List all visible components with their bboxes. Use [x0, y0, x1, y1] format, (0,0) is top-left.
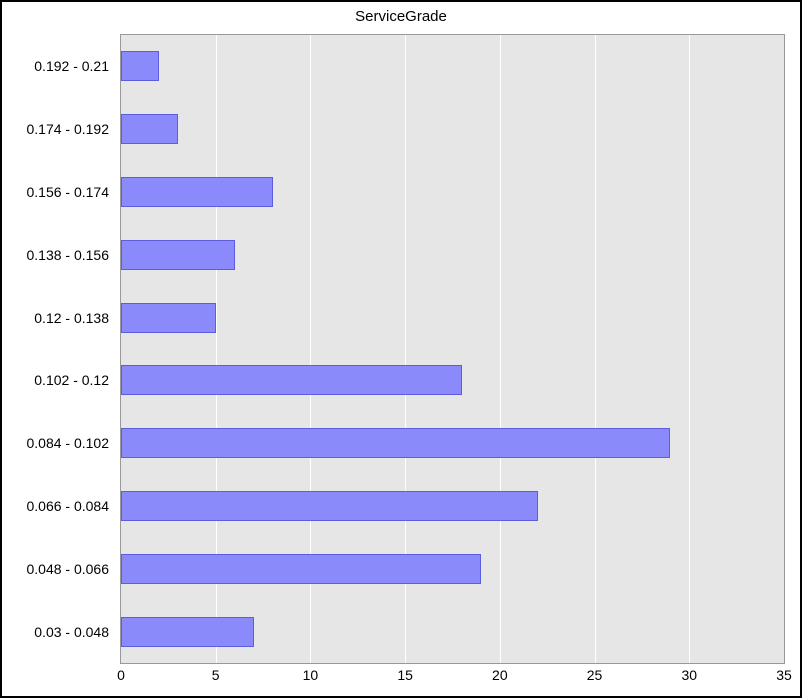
y-tick-label: 0.156 - 0.174 [26, 184, 109, 200]
gridline [500, 35, 501, 663]
bar [121, 114, 178, 144]
bar [121, 51, 159, 81]
x-tick-label: 5 [212, 667, 220, 683]
y-tick-label: 0.12 - 0.138 [34, 310, 109, 326]
bar [121, 240, 235, 270]
bar [121, 554, 481, 584]
plot-area: 051015202530350.192 - 0.210.174 - 0.1920… [120, 34, 785, 664]
x-tick-label: 15 [397, 667, 413, 683]
y-tick-label: 0.03 - 0.048 [34, 624, 109, 640]
y-tick-label: 0.174 - 0.192 [26, 121, 109, 137]
bar [121, 617, 254, 647]
y-tick-label: 0.048 - 0.066 [26, 561, 109, 577]
chart-container: ServiceGrade 051015202530350.192 - 0.210… [0, 0, 802, 698]
y-tick-label: 0.102 - 0.12 [34, 372, 109, 388]
y-tick-label: 0.192 - 0.21 [34, 58, 109, 74]
x-tick-label: 35 [776, 667, 792, 683]
bar [121, 177, 273, 207]
bar [121, 428, 670, 458]
bar [121, 303, 216, 333]
gridline [689, 35, 690, 663]
chart-title: ServiceGrade [2, 8, 800, 25]
gridline [595, 35, 596, 663]
x-tick-label: 10 [303, 667, 319, 683]
x-tick-label: 0 [117, 667, 125, 683]
x-tick-label: 30 [681, 667, 697, 683]
x-tick-label: 25 [587, 667, 603, 683]
y-tick-label: 0.066 - 0.084 [26, 498, 109, 514]
y-tick-label: 0.084 - 0.102 [26, 435, 109, 451]
y-tick-label: 0.138 - 0.156 [26, 247, 109, 263]
x-tick-label: 20 [492, 667, 508, 683]
bar [121, 491, 538, 521]
bar [121, 365, 462, 395]
